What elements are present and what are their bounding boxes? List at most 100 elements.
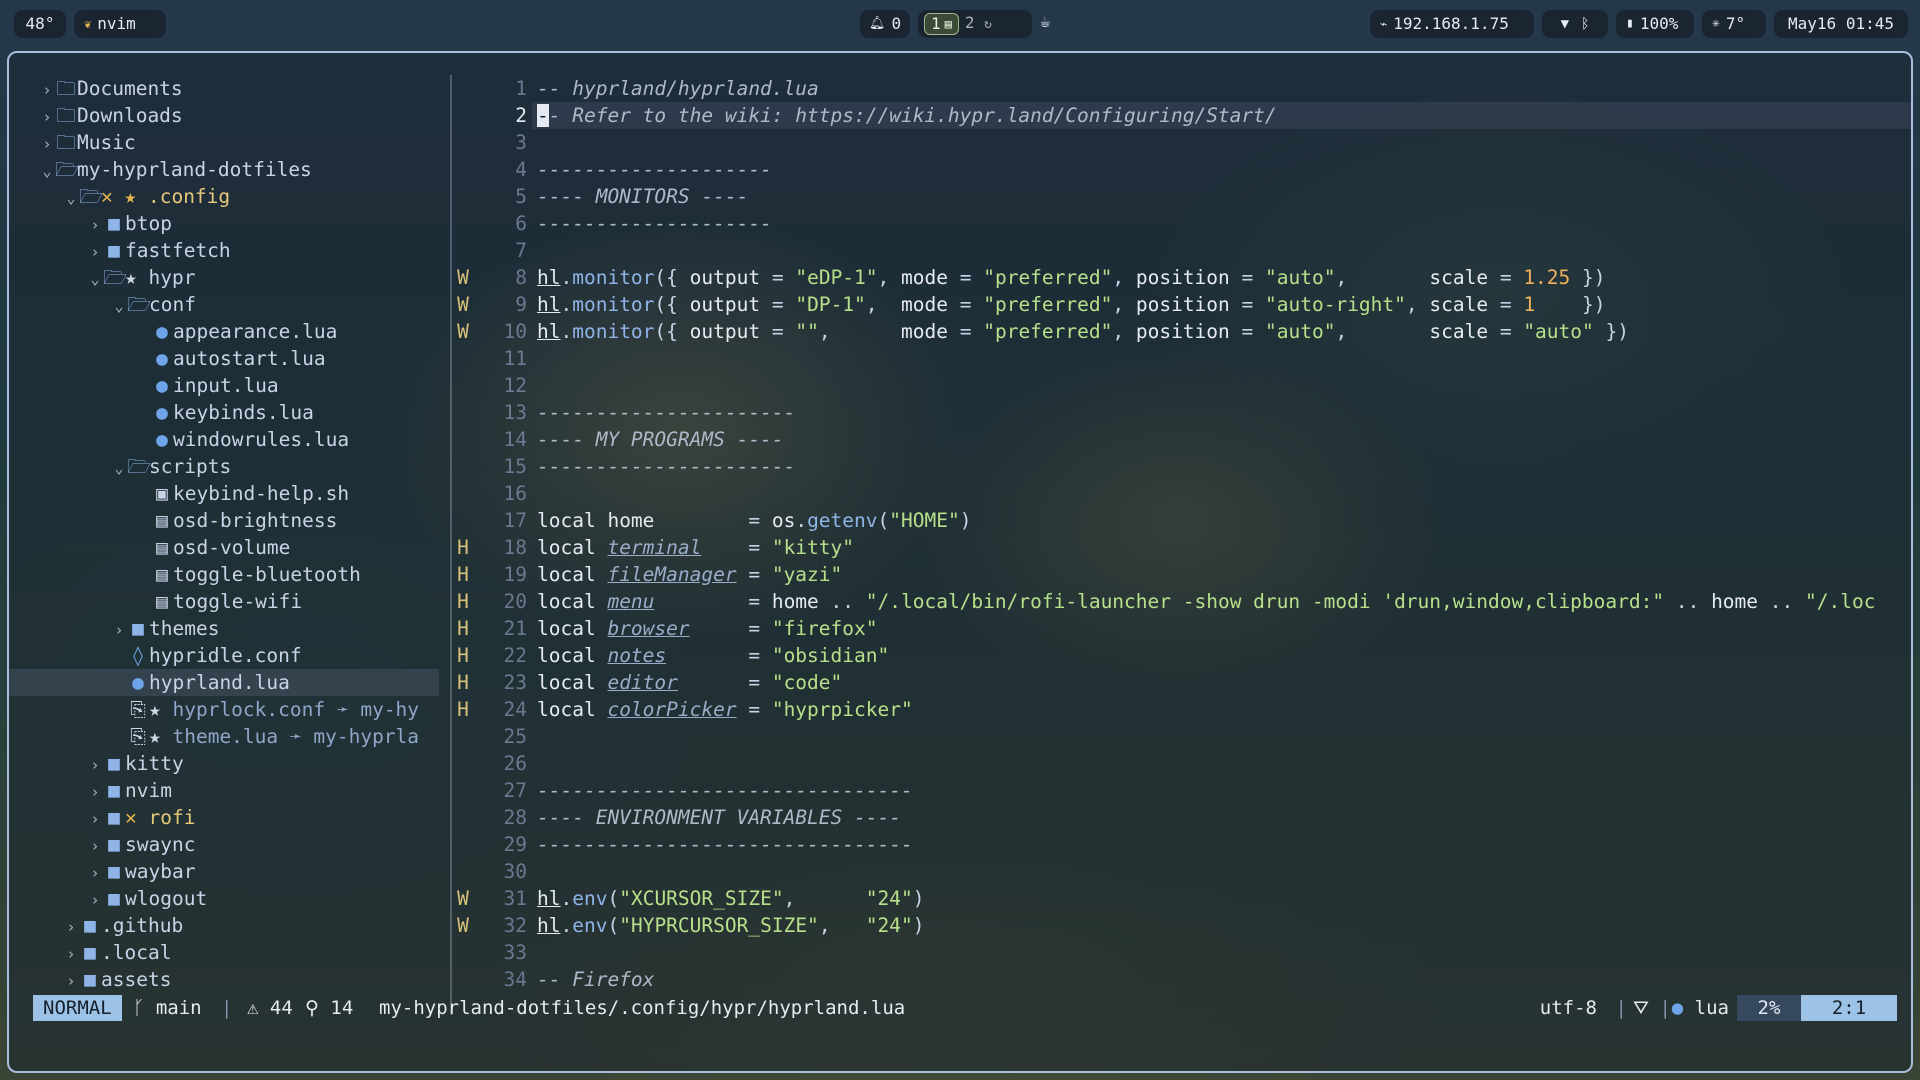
chevron-right-icon[interactable]: › [39, 77, 55, 102]
wifi-icon[interactable]: ▼ [1561, 10, 1569, 38]
active-window-widget[interactable]: ❦ nvim [74, 10, 166, 38]
chevron-right-icon[interactable]: › [39, 104, 55, 129]
tree-item[interactable]: ⌄ 🗁︎scripts [9, 453, 439, 480]
tree-item[interactable]: ▣ keybind-help.sh [9, 480, 439, 507]
code-line[interactable]: local home = os.getenv("HOME") [537, 507, 971, 534]
tree-item[interactable]: › ■ .local [9, 939, 439, 966]
tree-item[interactable]: ⌄ 🗁︎conf [9, 291, 439, 318]
network-ip-widget[interactable]: ⌁ 192.168.1.75 [1370, 10, 1534, 38]
diagnostics-hints[interactable]: ⚲ 14 [305, 995, 353, 1021]
chevron-right-icon[interactable]: › [87, 887, 103, 912]
code-line[interactable]: -- hyprland/hyprland.lua [537, 75, 819, 102]
tree-item[interactable]: ▤ osd-brightness [9, 507, 439, 534]
chevron-right-icon[interactable]: › [87, 752, 103, 777]
code-line[interactable]: ---------------------- [537, 453, 795, 480]
chevron-right-icon[interactable]: › [87, 806, 103, 831]
clock-widget[interactable]: May16 01:45 [1774, 10, 1908, 38]
tree-item[interactable]: › ■ waybar [9, 858, 439, 885]
connectivity-widget[interactable]: ▼ ᛒ [1542, 10, 1608, 38]
chevron-down-icon[interactable]: ⌄ [87, 266, 103, 291]
coffee-icon[interactable]: ☕︎ [1040, 12, 1050, 32]
chevron-down-icon[interactable]: ⌄ [39, 158, 55, 183]
code-line[interactable]: hl.monitor({ output = "eDP-1", mode = "p… [537, 264, 1606, 291]
battery-widget[interactable]: ▮ 100% [1616, 10, 1694, 38]
tree-item[interactable]: ● autostart.lua [9, 345, 439, 372]
diagnostics-warnings[interactable]: ⚠ 44 [247, 995, 293, 1021]
tree-item[interactable]: ⌄ 🗁︎✕ ★ .config [9, 183, 439, 210]
tree-item[interactable]: ● keybinds.lua [9, 399, 439, 426]
git-branch[interactable]: ᚴ main [133, 995, 202, 1021]
code-line[interactable]: ---------------------- [537, 399, 795, 426]
tree-item[interactable]: ● input.lua [9, 372, 439, 399]
chevron-right-icon[interactable]: › [63, 914, 79, 939]
chevron-right-icon[interactable]: › [87, 833, 103, 858]
code-line[interactable]: -------------------- [537, 210, 772, 237]
code-line[interactable]: local notes = "obsidian" [537, 642, 889, 669]
tree-item[interactable]: › ■ wlogout [9, 885, 439, 912]
chevron-down-icon[interactable]: ⌄ [111, 455, 127, 480]
code-line[interactable]: ---- MONITORS ---- [537, 183, 748, 210]
chevron-right-icon[interactable]: › [87, 860, 103, 885]
code-line[interactable]: local editor = "code" [537, 669, 842, 696]
code-line[interactable]: local menu = home .. "/.local/bin/rofi-l… [537, 588, 1875, 615]
tree-item[interactable]: ⌄ 🗁︎my-hyprland-dotfiles [9, 156, 439, 183]
tree-item[interactable]: › ■ btop [9, 210, 439, 237]
workspace-2[interactable]: 2 ↻ [965, 9, 992, 39]
tree-item[interactable]: › ■ ✕ rofi [9, 804, 439, 831]
tree-item[interactable]: ● windowrules.lua [9, 426, 439, 453]
tree-item[interactable]: ◊ hypridle.conf [9, 642, 439, 669]
tree-item[interactable]: ● appearance.lua [9, 318, 439, 345]
tree-item[interactable]: › ■ assets [9, 966, 439, 993]
tree-item[interactable]: › 🗀︎Documents [9, 75, 439, 102]
bluetooth-icon[interactable]: ᛒ [1581, 10, 1589, 38]
tree-item[interactable]: › ■ swaync [9, 831, 439, 858]
tree-item[interactable]: › 🗀︎Downloads [9, 102, 439, 129]
code-line[interactable]: hl.env("XCURSOR_SIZE", "24") [537, 885, 925, 912]
tree-item[interactable]: › ■ fastfetch [9, 237, 439, 264]
notification-widget[interactable]: 🔔︎ 0 [860, 10, 910, 38]
tree-item[interactable]: ● hyprland.lua [9, 669, 439, 696]
tree-item[interactable]: ▤ toggle-bluetooth [9, 561, 439, 588]
chevron-right-icon[interactable]: › [87, 212, 103, 237]
code-line[interactable]: -- Refer to the wiki: https://wiki.hypr.… [537, 102, 1277, 129]
code-line[interactable]: ---- ENVIRONMENT VARIABLES ---- [537, 804, 901, 831]
tree-item[interactable]: ⎘ ★ hyprlock.conf ➛ my-hy [9, 696, 439, 723]
code-line[interactable]: -- Firefox [537, 966, 654, 993]
chevron-right-icon[interactable]: › [87, 239, 103, 264]
chevron-right-icon[interactable]: › [111, 617, 127, 642]
chevron-right-icon[interactable]: › [87, 779, 103, 804]
workspace-switcher[interactable]: 1 ▤ 2 ↻ [918, 10, 1032, 38]
tree-item[interactable]: › ■ kitty [9, 750, 439, 777]
tree-item[interactable]: › ■ nvim [9, 777, 439, 804]
tree-item[interactable]: › ■ .github [9, 912, 439, 939]
code-line[interactable]: local terminal = "kitty" [537, 534, 854, 561]
chevron-right-icon[interactable]: › [39, 131, 55, 156]
chevron-down-icon[interactable]: ⌄ [63, 185, 79, 210]
file-tree[interactable]: › 🗀︎Documents › 🗀︎Downloads › 🗀︎Music ⌄ 🗁︎my-hy… [9, 53, 449, 1019]
code-line[interactable]: local fileManager = "yazi" [537, 561, 842, 588]
cpu-temp-widget[interactable]: 48° [14, 10, 66, 38]
chevron-down-icon[interactable]: ⌄ [111, 293, 127, 318]
code-line[interactable]: -------------------------------- [537, 831, 913, 858]
weather-widget[interactable]: ✳ 7° [1702, 10, 1766, 38]
code-line[interactable]: hl.monitor({ output = "DP-1", mode = "pr… [537, 291, 1606, 318]
workspace-1[interactable]: 1 ▤ [924, 13, 959, 35]
code-line[interactable]: hl.env("HYPRCURSOR_SIZE", "24") [537, 912, 925, 939]
tree-item[interactable]: ⌄ 🗁︎★ hypr [9, 264, 439, 291]
code-editor[interactable]: 1 -- hyprland/hyprland.lua 2 -- Refer to th… [454, 53, 1911, 1019]
nvim-window[interactable]: › 🗀︎Documents › 🗀︎Downloads › 🗀︎Music ⌄ 🗁︎my-hy… [7, 51, 1913, 1073]
code-line[interactable]: -------------------------------- [537, 777, 913, 804]
code-line[interactable]: hl.monitor({ output = "", mode = "prefer… [537, 318, 1629, 345]
code-line[interactable]: local colorPicker = "hyprpicker" [537, 696, 913, 723]
chevron-right-icon[interactable]: › [63, 968, 79, 993]
tree-item[interactable]: › 🗀︎Music [9, 129, 439, 156]
tree-item[interactable]: ▤ osd-volume [9, 534, 439, 561]
code-line[interactable]: ---- MY PROGRAMS ---- [537, 426, 784, 453]
tree-item[interactable]: ⎘ ★ theme.lua ➛ my-hyprla [9, 723, 439, 750]
code-line[interactable]: -------------------- [537, 156, 772, 183]
tree-item[interactable]: ▤ toggle-wifi [9, 588, 439, 615]
code-line[interactable]: local browser = "firefox" [537, 615, 878, 642]
chevron-right-icon[interactable]: › [63, 941, 79, 966]
split-divider[interactable] [450, 75, 452, 1015]
tree-item[interactable]: › ■ themes [9, 615, 439, 642]
